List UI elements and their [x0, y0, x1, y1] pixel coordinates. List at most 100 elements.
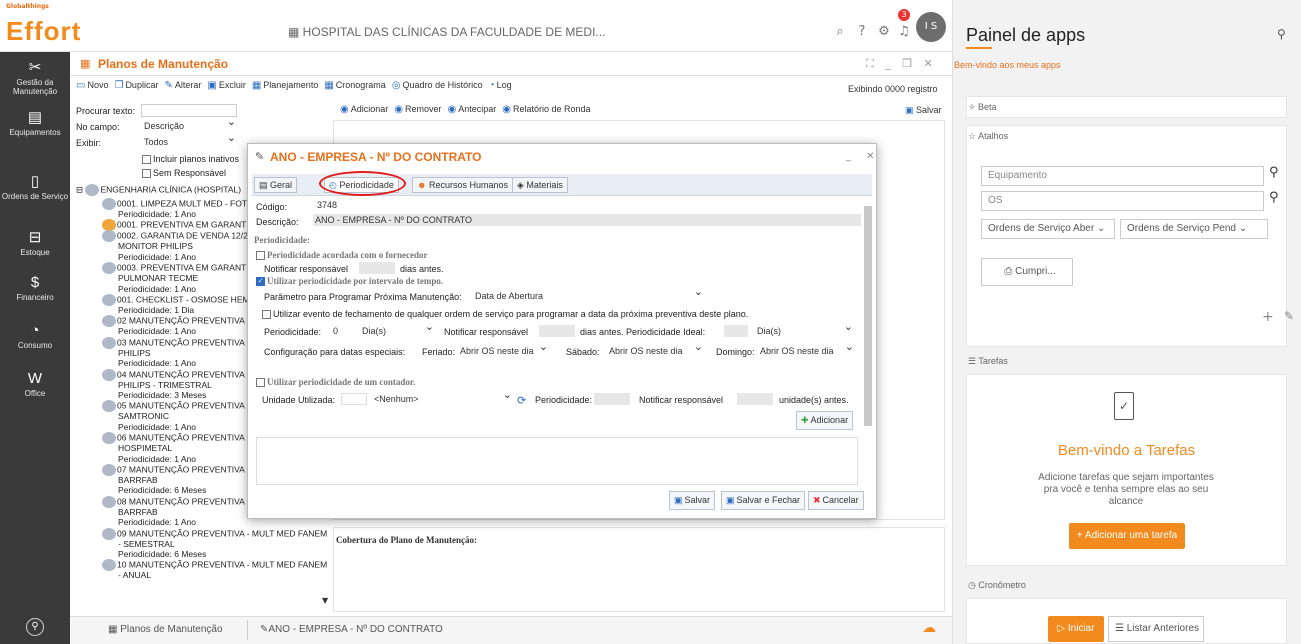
- edit-icon[interactable]: ✎: [1284, 309, 1294, 323]
- checkbox[interactable]: [262, 310, 271, 320]
- intervalo-checkbox[interactable]: ✓ Utilizar periodicidade por intervalo de…: [256, 276, 443, 287]
- periodicidade2-input[interactable]: [594, 393, 630, 405]
- nav-item-5[interactable]: ◔ Consumo: [0, 322, 70, 350]
- toolbar-1[interactable]: ❐ Duplicar: [114, 80, 158, 91]
- equipment-search-input[interactable]: Equipamento: [981, 166, 1264, 186]
- periodo-unit-select[interactable]: Dia(s): [360, 321, 436, 337]
- tree-node[interactable]: PHILIPS - TRIMESTRAL: [118, 380, 212, 390]
- unidade-code-input[interactable]: [341, 393, 367, 405]
- beta-section[interactable]: ✧ Beta: [968, 102, 997, 113]
- unidade-select[interactable]: <Nenhum>: [372, 389, 514, 405]
- tree-node[interactable]: Periodicidade: 1 Dia: [118, 305, 194, 315]
- bell-icon[interactable]: ♫: [896, 24, 912, 40]
- hospital-name[interactable]: ▦ HOSPITAL DAS CLÍNICAS DA FACULDADE DE …: [288, 25, 605, 39]
- add-task-button[interactable]: + Adicionar uma tarefa: [1069, 523, 1185, 549]
- right-toolbar-3[interactable]: ◉ Relatório de Ronda: [502, 104, 590, 115]
- avatar[interactable]: I S: [916, 12, 946, 42]
- nav-item-4[interactable]: $ Financeiro: [0, 274, 70, 302]
- logo[interactable]: Effort: [6, 16, 81, 47]
- search-icon[interactable]: ⌕: [832, 24, 848, 40]
- pending-os-select[interactable]: Ordens de Serviço Pend ⌄: [1120, 219, 1268, 239]
- tree-node[interactable]: Periodicidade: 1 Ano: [118, 326, 196, 336]
- window-controls[interactable]: ⛶ _ ❐ ✕: [866, 57, 937, 71]
- tree-root[interactable]: ⊟ ENGENHARIA CLÍNICA (HOSPITAL): [76, 184, 241, 196]
- field-select[interactable]: Descrição: [142, 116, 238, 132]
- tree-node[interactable]: PHILIPS: [118, 348, 151, 358]
- nav-item-3[interactable]: ⊟ Estoque: [0, 228, 70, 257]
- nav-item-6[interactable]: W Office: [0, 370, 70, 398]
- save-close-button[interactable]: ▣ Salvar e Fechar: [721, 491, 806, 510]
- checkbox-checked[interactable]: ✓: [256, 277, 265, 287]
- chat-icon[interactable]: ☁: [922, 620, 936, 636]
- gear-icon[interactable]: ⚙: [876, 24, 892, 40]
- list-previous-button[interactable]: ☰ Listar Anteriores: [1108, 616, 1204, 642]
- add-icon[interactable]: +: [1262, 309, 1274, 325]
- sabado-select[interactable]: Abrir OS neste dia: [607, 341, 705, 357]
- show-select[interactable]: Todos: [142, 132, 238, 148]
- contador-checkbox[interactable]: Utilizar periodicidade de um contador.: [256, 377, 415, 388]
- toolbar-6[interactable]: ◎ Quadro de Histórico: [392, 80, 483, 91]
- cancel-button[interactable]: ✖ Cancelar: [808, 491, 864, 510]
- right-toolbar-2[interactable]: ◉ Antecipar: [448, 104, 497, 115]
- evento-checkbox[interactable]: Utilizar evento de fechamento de qualque…: [262, 309, 748, 320]
- pin-icon[interactable]: ⚲: [1277, 27, 1286, 41]
- tree-node[interactable]: PULMONAR TECME: [118, 273, 198, 283]
- tree-node[interactable]: Periodicidade: 1 Ano: [118, 517, 196, 527]
- tree-node[interactable]: SAMTRONIC: [118, 411, 169, 421]
- refresh-icon[interactable]: ⟳: [517, 394, 526, 407]
- beta-card[interactable]: [966, 96, 1287, 118]
- tree-node[interactable]: Periodicidade: 6 Meses: [118, 485, 206, 495]
- search-input[interactable]: [141, 104, 237, 117]
- tree-node[interactable]: Periodicidade: 1 Ano: [118, 209, 196, 219]
- cumpri-button[interactable]: ⎙ Cumpri...: [981, 258, 1073, 286]
- checkbox[interactable]: [256, 251, 265, 261]
- toolbar-2[interactable]: ✎ Alterar: [164, 80, 201, 91]
- right-toolbar-0[interactable]: ◉ Adicionar: [340, 104, 388, 115]
- right-toolbar-1[interactable]: ◉ Remover: [394, 104, 441, 115]
- ideal-unit-select[interactable]: Dia(s): [755, 321, 855, 337]
- toolbar-3[interactable]: ▣ Excluir: [207, 80, 245, 91]
- save-top-button[interactable]: ▣ Salvar: [905, 105, 942, 116]
- notificar2-input[interactable]: [737, 393, 773, 405]
- task-planos[interactable]: ▦ Planos de Manutenção: [108, 624, 223, 635]
- help-icon[interactable]: ?: [854, 24, 870, 40]
- tree-node[interactable]: Periodicidade: 6 Meses: [118, 549, 206, 559]
- dialog-controls[interactable]: _ ✕: [846, 151, 881, 162]
- inactive-checkbox[interactable]: Incluir planos inativos: [142, 154, 239, 165]
- tree-node[interactable]: Periodicidade: 1 Ano: [118, 252, 196, 262]
- toolbar-0[interactable]: ▭ Novo: [76, 80, 108, 91]
- noresp-checkbox[interactable]: Sem Responsável: [142, 168, 226, 179]
- search-icon[interactable]: ⚲: [1269, 165, 1279, 180]
- nav-item-2[interactable]: ▯ Ordens de Serviço: [0, 172, 70, 201]
- checkbox[interactable]: [142, 169, 151, 179]
- tree-node[interactable]: HOSPIMETAL: [118, 443, 172, 453]
- tree-node[interactable]: Periodicidade: 1 Ano: [118, 454, 196, 464]
- pin-icon[interactable]: ⚲: [26, 618, 44, 636]
- adicionar-button[interactable]: ✚ Adicionar: [796, 411, 854, 430]
- toolbar-7[interactable]: ◔ Log: [489, 80, 512, 91]
- task-dialog[interactable]: ✎ANO - EMPRESA - Nº DO CONTRATO: [260, 624, 443, 635]
- search-icon[interactable]: ⚲: [1269, 190, 1279, 205]
- tree-node[interactable]: BARRFAB: [118, 475, 158, 485]
- domingo-select[interactable]: Abrir OS neste dia: [758, 341, 856, 357]
- tree-node[interactable]: BARRFAB: [118, 507, 158, 517]
- acordada-checkbox[interactable]: Periodicidade acordada com o fornecedor: [256, 250, 427, 261]
- counter-list[interactable]: [256, 437, 858, 485]
- tree-node[interactable]: MONITOR PHILIPS: [118, 241, 193, 251]
- tree-node[interactable]: - ANUAL: [118, 570, 151, 580]
- tree-node[interactable]: Periodicidade: 1 Ano: [118, 284, 196, 294]
- toolbar-4[interactable]: ▦ Planejamento: [252, 80, 319, 91]
- tree-scroll-down[interactable]: ▼: [322, 596, 328, 605]
- parametro-select[interactable]: Data de Abertura: [473, 286, 705, 302]
- save-button[interactable]: ▣ Salvar: [669, 491, 716, 510]
- toolbar-5[interactable]: ▦ Cronograma: [324, 80, 385, 91]
- feriado-select[interactable]: Abrir OS neste dia: [458, 341, 550, 357]
- tree-node[interactable]: Periodicidade: 1 Ano: [118, 422, 196, 432]
- tab-recursos-humanos[interactable]: ☻ Recursos Humanos: [412, 177, 514, 193]
- checkbox[interactable]: [256, 378, 265, 388]
- open-os-select[interactable]: Ordens de Serviço Aber ⌄: [981, 219, 1115, 239]
- periodicidade-input[interactable]: 0: [331, 325, 355, 337]
- tree-node[interactable]: Periodicidade: 1 Ano: [118, 358, 196, 368]
- dialog-scrollbar[interactable]: [864, 206, 872, 426]
- notif-days-input[interactable]: [359, 262, 395, 274]
